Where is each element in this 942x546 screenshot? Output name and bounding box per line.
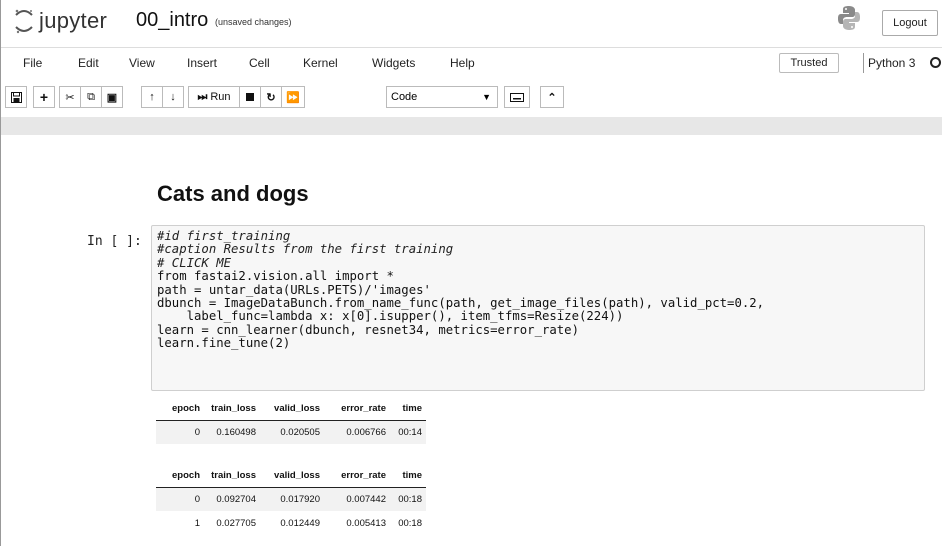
copy-button[interactable]: ⧉	[80, 86, 102, 108]
column-header: time	[390, 398, 426, 421]
paste-icon: ▣	[106, 91, 118, 104]
save-button[interactable]	[5, 86, 27, 108]
save-status: (unsaved changes)	[215, 17, 292, 27]
table-row: 1 0.027705 0.012449 0.005413 00:18	[156, 511, 426, 535]
chevron-up-icon: ⌃	[547, 91, 557, 104]
table-cell: 0.012449	[280, 517, 320, 529]
arrow-down-icon: ↓	[170, 91, 176, 103]
table-row: 0 0.160498 0.020505 0.006766 00:14	[156, 420, 426, 444]
code-cell[interactable]: #id first_training #caption Results from…	[151, 225, 925, 391]
code-line: learn.fine_tune(2)	[157, 336, 291, 351]
plus-icon: +	[39, 89, 49, 105]
code-line: #caption Results from the first training	[157, 242, 454, 257]
menu-cell[interactable]: Cell	[249, 56, 270, 70]
menu-edit[interactable]: Edit	[78, 56, 99, 70]
column-header: epoch	[156, 465, 204, 488]
table-cell: 00:14	[390, 420, 426, 444]
toolbar: + ✂ ⧉ ▣ ↑ ↓ ⏭ Run ↻ ⏩ Code ▼ ⌃	[1, 82, 942, 112]
copy-icon: ⧉	[87, 90, 95, 103]
table-cell: 0.007442	[324, 487, 390, 511]
table-cell: 0.005413	[346, 517, 386, 529]
column-header: valid_loss	[260, 398, 324, 421]
code-line: dbunch = ImageDataBunch.from_name_func(p…	[157, 296, 765, 311]
column-header: valid_loss	[260, 465, 324, 488]
menubar: File Edit View Insert Cell Kernel Widget…	[1, 47, 942, 77]
table-cell: 0.092704	[204, 487, 260, 511]
run-icon: ⏭	[197, 90, 208, 103]
table-cell: 1	[194, 517, 200, 529]
fast-forward-icon: ⏩	[286, 91, 300, 104]
interrupt-button[interactable]	[239, 86, 261, 108]
results-table-1: epoch train_loss valid_loss error_rate t…	[156, 398, 426, 444]
notebook-container: Cats and dogs In [ ]: #id first_training…	[1, 135, 942, 546]
table-cell: 0.006766	[324, 420, 390, 444]
keyboard-icon	[510, 92, 524, 102]
cut-button[interactable]: ✂	[59, 86, 81, 108]
code-line: label_func=lambda x: x[0].isupper(), ite…	[157, 309, 624, 324]
column-header: error_rate	[324, 398, 390, 421]
arrow-up-icon: ↑	[149, 91, 155, 103]
code-line: #id first_training	[157, 229, 291, 243]
cut-icon: ✂	[65, 91, 75, 104]
move-down-button[interactable]: ↓	[162, 86, 184, 108]
menu-help[interactable]: Help	[450, 56, 475, 70]
column-header: epoch	[156, 398, 204, 421]
column-header: train_loss	[204, 465, 260, 488]
run-label: Run	[210, 91, 231, 103]
column-header: train_loss	[204, 398, 260, 421]
caret-down-icon: ▼	[482, 92, 491, 102]
menu-kernel[interactable]: Kernel	[303, 56, 338, 70]
toggle-header-button[interactable]: ⌃	[540, 86, 564, 108]
results-table-2: epoch train_loss valid_loss error_rate t…	[156, 465, 426, 535]
table-cell: 0	[156, 487, 204, 511]
cell-type-value: Code	[391, 91, 418, 103]
menu-file[interactable]: File	[23, 56, 42, 70]
restart-button[interactable]: ↻	[260, 86, 282, 108]
kernel-separator	[863, 53, 864, 73]
insert-cell-button[interactable]: +	[33, 86, 55, 108]
logout-button[interactable]: Logout	[882, 10, 938, 36]
cell-type-select[interactable]: Code ▼	[386, 86, 498, 108]
table-cell: 00:18	[390, 487, 426, 511]
command-palette-button[interactable]	[504, 86, 530, 108]
table-header-row: epoch train_loss valid_loss error_rate t…	[156, 398, 426, 421]
column-header: error_rate	[324, 465, 390, 488]
code-line: from fastai2.vision.all import *	[157, 269, 394, 284]
restart-icon: ↻	[266, 91, 276, 104]
table-header-row: epoch train_loss valid_loss error_rate t…	[156, 465, 426, 488]
table-row: 0 0.092704 0.017920 0.007442 00:18	[156, 487, 426, 511]
python-icon	[838, 6, 860, 30]
table-cell: 0.020505	[260, 420, 324, 444]
kernel-name[interactable]: Python 3	[868, 56, 915, 70]
markdown-heading[interactable]: Cats and dogs	[157, 181, 309, 207]
code-line: learn = cnn_learner(dbunch, resnet34, me…	[157, 322, 579, 337]
notebook-header: jupyter 00_intro (unsaved changes) Logou…	[1, 0, 942, 46]
logo-text: jupyter	[39, 8, 108, 33]
jupyter-icon	[15, 9, 33, 34]
toolbar-separator-band	[1, 117, 942, 135]
table-cell: 0.027705	[216, 517, 256, 529]
table-cell: 0.160498	[204, 420, 260, 444]
menu-widgets[interactable]: Widgets	[372, 56, 415, 70]
table-cell: 0.017920	[260, 487, 324, 511]
paste-button[interactable]: ▣	[101, 86, 123, 108]
save-icon	[10, 91, 22, 103]
table-cell: 00:18	[398, 517, 422, 529]
run-button[interactable]: ⏭ Run	[188, 86, 240, 108]
code-line: # CLICK ME	[157, 255, 232, 270]
notebook-name[interactable]: 00_intro	[136, 9, 208, 32]
trusted-indicator[interactable]: Trusted	[779, 53, 839, 73]
menu-view[interactable]: View	[129, 56, 155, 70]
column-header: time	[390, 465, 426, 488]
move-up-button[interactable]: ↑	[141, 86, 163, 108]
kernel-status-icon	[930, 57, 941, 68]
restart-run-all-button[interactable]: ⏩	[281, 86, 305, 108]
jupyter-logo[interactable]: jupyter	[13, 8, 107, 34]
table-cell: 0	[156, 420, 204, 444]
menu-insert[interactable]: Insert	[187, 56, 217, 70]
cell-prompt: In [ ]:	[87, 234, 142, 249]
stop-icon	[246, 93, 254, 101]
code-line: path = untar_data(URLs.PETS)/'images'	[157, 282, 431, 297]
